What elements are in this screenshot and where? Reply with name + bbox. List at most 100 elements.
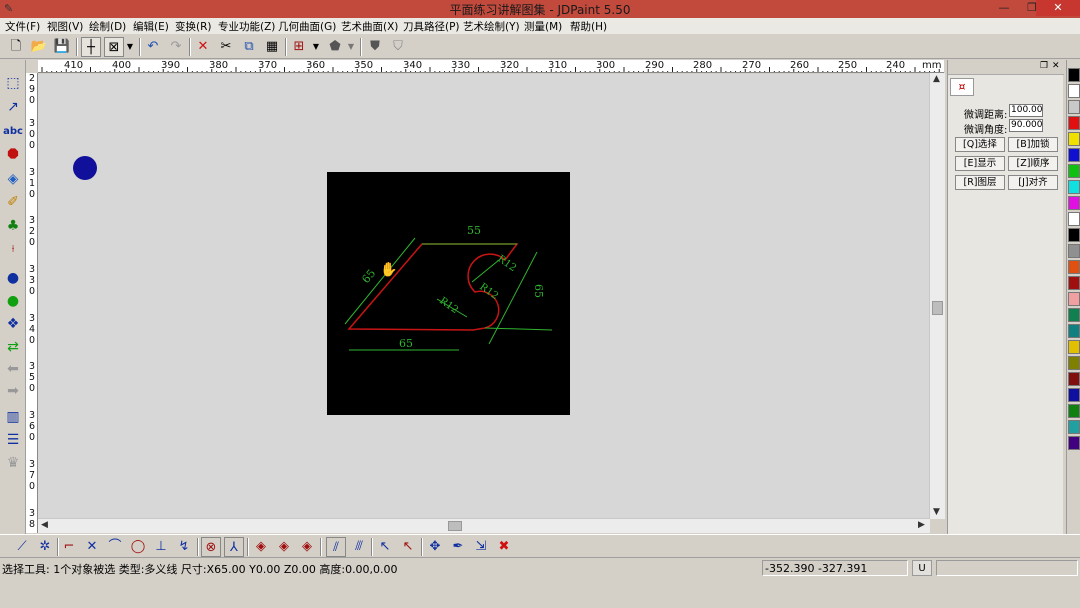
select-box-icon[interactable]: ⬚: [2, 72, 24, 94]
shield-icon[interactable]: ⛊: [365, 37, 385, 57]
select-button[interactable]: [Q]选择: [955, 137, 1005, 152]
dropdown-arrow-icon[interactable]: ▼: [124, 37, 136, 57]
list-icon[interactable]: ☰: [2, 429, 24, 451]
color-swatch[interactable]: [1068, 148, 1080, 162]
vertical-scrollbar[interactable]: ▲ ▼: [929, 73, 945, 519]
menu-help[interactable]: 帮助(H): [570, 19, 607, 34]
color-swatch[interactable]: [1068, 100, 1080, 114]
horizontal-scrollbar[interactable]: ◀ ▶: [38, 518, 930, 533]
measure-icon[interactable]: ⍿: [2, 239, 24, 261]
order-button[interactable]: [Z]顺序: [1008, 156, 1058, 171]
delete-icon[interactable]: ✕: [193, 37, 213, 57]
shield-gray-icon[interactable]: ⛉: [388, 37, 408, 57]
color-swatch[interactable]: [1068, 292, 1080, 306]
color-swatch[interactable]: [1068, 324, 1080, 338]
color-swatch[interactable]: [1068, 356, 1080, 370]
close-button[interactable]: ✕: [1036, 0, 1080, 16]
circle-node-icon[interactable]: ◯: [128, 537, 148, 557]
menu-professional[interactable]: 专业功能(Z): [218, 19, 275, 34]
undo-icon[interactable]: ↶: [143, 37, 163, 57]
node-edit-icon[interactable]: ↗: [2, 96, 24, 118]
layers-icon[interactable]: ▥: [2, 406, 24, 428]
exchange-icon[interactable]: ⇄: [2, 336, 24, 358]
new-file-icon[interactable]: 🗋: [6, 37, 26, 57]
diamond-1-icon[interactable]: ◈: [251, 537, 271, 557]
color-swatch[interactable]: [1068, 132, 1080, 146]
grid-icon[interactable]: ⊞: [289, 37, 309, 57]
drawing-canvas[interactable]: 55 65 65 65 R12 R12 R12 ✋: [38, 74, 930, 518]
scroll-down-icon[interactable]: ▼: [933, 507, 940, 517]
color-swatch[interactable]: [1068, 116, 1080, 130]
dropdown-arrow-icon[interactable]: ▼: [310, 37, 322, 57]
export-icon[interactable]: ⇲: [471, 537, 491, 557]
move-icon[interactable]: ✥: [425, 537, 445, 557]
bulb-green-icon[interactable]: ●: [2, 290, 24, 312]
panel-close-icon[interactable]: ✕: [1052, 61, 1060, 71]
open-folder-icon[interactable]: 📂: [29, 37, 49, 57]
tangent-icon[interactable]: ↯: [174, 537, 194, 557]
display-button[interactable]: [E]显示: [955, 156, 1005, 171]
panel-restore-icon[interactable]: ❐: [1040, 61, 1048, 71]
redo-icon[interactable]: ↷: [166, 37, 186, 57]
color-swatch[interactable]: [1068, 276, 1080, 290]
minimize-button[interactable]: —: [990, 0, 1018, 16]
bulb-blue-icon[interactable]: ●: [2, 267, 24, 289]
color-swatch[interactable]: [1068, 388, 1080, 402]
color-swatch[interactable]: [1068, 164, 1080, 178]
menu-edit[interactable]: 编辑(E): [133, 19, 169, 34]
layer-button[interactable]: [R]图层: [955, 175, 1005, 190]
color-swatch[interactable]: [1068, 340, 1080, 354]
snap-angle-icon[interactable]: ⅄: [224, 537, 244, 557]
intersect-icon[interactable]: ✕: [82, 537, 102, 557]
menu-file[interactable]: 文件(F): [5, 19, 40, 34]
trim-icon[interactable]: ✲: [35, 537, 55, 557]
lock-button[interactable]: [B]加锁: [1008, 137, 1058, 152]
arrow-left-icon[interactable]: ⬅: [2, 358, 24, 380]
perpendicular-icon[interactable]: ⊥: [151, 537, 171, 557]
cancel-icon[interactable]: ✖: [494, 537, 514, 557]
layer-hatch-icon[interactable]: ⫻: [349, 537, 369, 557]
save-icon[interactable]: 💾: [52, 37, 72, 57]
color-swatch[interactable]: [1068, 260, 1080, 274]
scroll-right-icon[interactable]: ▶: [918, 520, 925, 530]
corner-icon[interactable]: ⌐: [59, 537, 79, 557]
cut-icon[interactable]: ✂: [216, 37, 236, 57]
fine-angle-input[interactable]: 90.000: [1009, 119, 1043, 132]
line-tool-icon[interactable]: ⟋: [12, 537, 32, 557]
brush-icon[interactable]: ✐: [2, 191, 24, 213]
color-swatch[interactable]: [1068, 196, 1080, 210]
color-swatch[interactable]: [1068, 68, 1080, 82]
menu-geometric-surface[interactable]: 几何曲面(G): [278, 19, 336, 34]
lamp-icon[interactable]: ♛: [2, 452, 24, 474]
stamp-icon[interactable]: ♣: [2, 215, 24, 237]
color-swatch[interactable]: [1068, 228, 1080, 242]
paste-icon[interactable]: ▦: [262, 37, 282, 57]
color-swatch[interactable]: [1068, 420, 1080, 434]
menu-art-surface[interactable]: 艺术曲面(X): [341, 19, 398, 34]
text-tool-icon[interactable]: abc: [2, 121, 24, 143]
scroll-up-icon[interactable]: ▲: [933, 74, 940, 84]
layer-edit-icon[interactable]: ⫽: [326, 537, 346, 557]
menu-view[interactable]: 视图(V): [47, 19, 83, 34]
arrow-right-icon[interactable]: ➡: [2, 380, 24, 402]
copy-icon[interactable]: ⧉: [239, 37, 259, 57]
vertical-scroll-thumb[interactable]: [932, 301, 943, 315]
color-swatch[interactable]: [1068, 436, 1080, 450]
arc-icon[interactable]: ⌒: [105, 537, 125, 557]
color-swatch[interactable]: [1068, 212, 1080, 226]
unit-toggle[interactable]: U: [912, 560, 932, 576]
color-swatch[interactable]: [1068, 404, 1080, 418]
paint-icon[interactable]: ❖: [2, 313, 24, 335]
scroll-left-icon[interactable]: ◀: [41, 520, 48, 530]
color-swatch[interactable]: [1068, 308, 1080, 322]
color-swatch[interactable]: [1068, 84, 1080, 98]
fill-bucket-icon[interactable]: ◈: [2, 168, 24, 190]
pen-icon[interactable]: ✒: [448, 537, 468, 557]
dropdown-arrow-icon[interactable]: ▼: [345, 37, 357, 57]
menu-transform[interactable]: 变换(R): [175, 19, 212, 34]
horizontal-scroll-thumb[interactable]: [448, 521, 462, 531]
crosshair-icon[interactable]: ┼: [81, 37, 101, 57]
color-swatch[interactable]: [1068, 372, 1080, 386]
pointer-del-icon[interactable]: ↖: [398, 537, 418, 557]
menu-draw[interactable]: 绘制(D): [89, 19, 126, 34]
